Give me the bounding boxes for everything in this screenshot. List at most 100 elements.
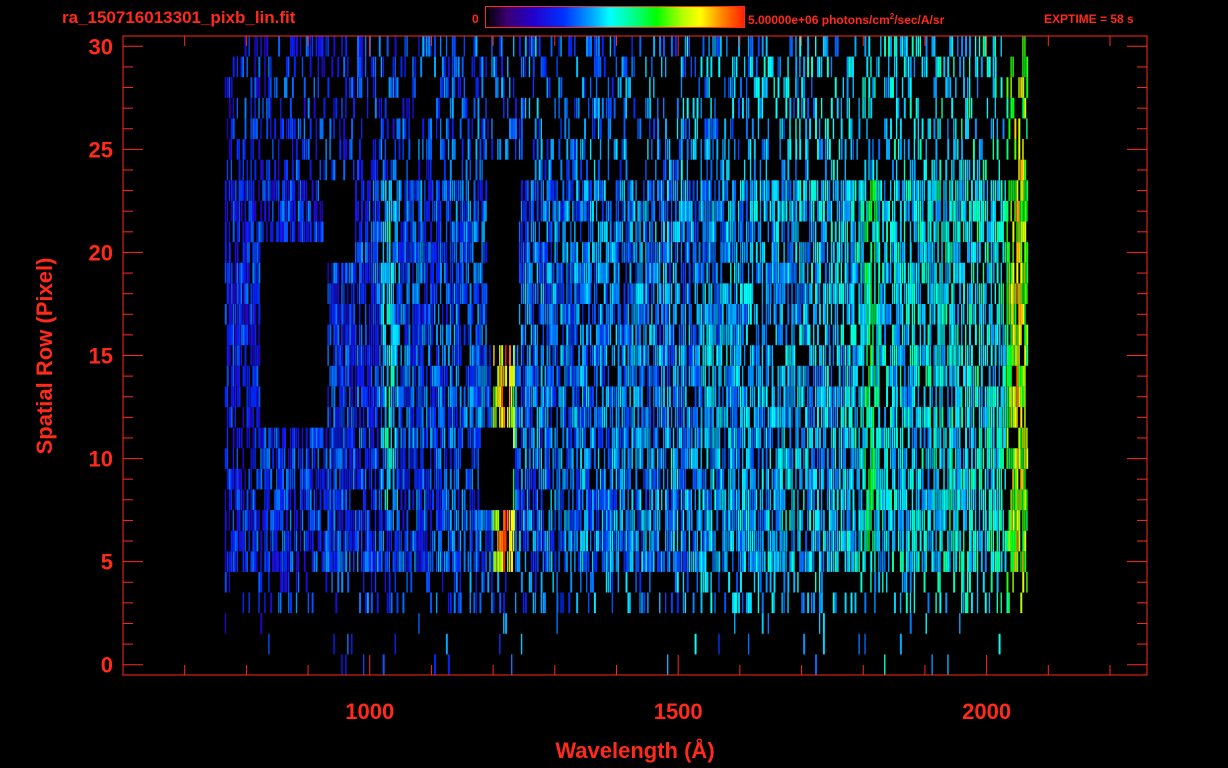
heatmap-cell	[657, 468, 659, 490]
heatmap-cell	[785, 510, 787, 531]
heatmap-cell	[341, 345, 344, 366]
heatmap-cell	[246, 283, 249, 304]
heatmap-cell	[586, 283, 588, 304]
heatmap-cell	[649, 510, 652, 531]
heatmap-cell	[578, 345, 581, 366]
heatmap-cell	[586, 448, 588, 469]
heatmap-cell	[392, 324, 395, 346]
heatmap-cell	[601, 262, 604, 284]
heatmap-cell	[714, 530, 716, 552]
heatmap-cell	[1000, 592, 1002, 614]
heatmap-cell	[923, 345, 925, 366]
heatmap-cell	[992, 530, 995, 552]
heatmap-cell	[801, 592, 804, 614]
heatmap-cell	[895, 365, 898, 387]
heatmap-cell	[951, 468, 953, 490]
heatmap-cell	[568, 262, 570, 284]
heatmap-cell	[619, 468, 622, 490]
heatmap-cell	[745, 489, 748, 511]
heatmap-cell	[333, 283, 335, 304]
heatmap-cell	[949, 365, 952, 387]
heatmap-cell	[664, 303, 667, 325]
heatmap-cell	[333, 324, 336, 346]
heatmap-cell	[382, 221, 385, 243]
heatmap-cell	[359, 324, 361, 346]
heatmap-cell	[364, 510, 367, 531]
heatmap-cell	[844, 468, 846, 490]
heatmap-cell	[970, 530, 973, 552]
heatmap-cell	[747, 365, 750, 387]
heatmap-cell	[651, 468, 653, 490]
heatmap-cell	[986, 242, 989, 263]
heatmap-cell	[858, 448, 861, 469]
heatmap-cell	[341, 510, 344, 531]
heatmap-cell	[951, 386, 953, 408]
heatmap-cell	[850, 448, 853, 469]
heatmap-cell	[489, 551, 491, 572]
heatmap-cell	[260, 427, 262, 449]
heatmap-cell	[562, 242, 565, 263]
heatmap-cell	[591, 345, 594, 366]
heatmap-cell	[524, 510, 527, 531]
heatmap-cell	[406, 345, 409, 366]
heatmap-cell	[384, 324, 387, 346]
heatmap-cell	[716, 407, 719, 428]
heatmap-cell	[809, 510, 812, 531]
heatmap-cell	[874, 571, 877, 593]
heatmap-cell	[230, 324, 233, 346]
heatmap-cell	[376, 303, 379, 325]
heatmap-cell	[544, 427, 547, 449]
heatmap-cell	[576, 427, 579, 449]
heatmap-cell	[394, 345, 397, 366]
heatmap-cell	[262, 427, 265, 449]
heatmap-cell	[459, 324, 462, 346]
heatmap-cell	[556, 407, 558, 428]
heatmap-cell	[380, 365, 383, 387]
heatmap-cell	[655, 510, 657, 531]
heatmap-cell	[706, 510, 709, 531]
heatmap-cell	[755, 489, 758, 511]
heatmap-cell	[789, 510, 791, 531]
heatmap-cell	[635, 427, 638, 449]
heatmap-cell	[1006, 571, 1009, 593]
heatmap-cell	[813, 592, 815, 614]
heatmap-cell	[741, 386, 744, 408]
heatmap-cell	[289, 448, 292, 469]
heatmap-cell	[791, 242, 794, 263]
heatmap-cell	[307, 221, 310, 243]
heatmap-cell	[554, 345, 556, 366]
heatmap-cell	[240, 345, 242, 366]
heatmap-cell	[968, 283, 971, 304]
heatmap-cell	[949, 407, 951, 428]
heatmap-cell	[280, 571, 283, 593]
heatmap-cell	[432, 283, 435, 304]
heatmap-cell	[325, 571, 328, 593]
heatmap-cell	[584, 551, 587, 572]
heatmap-cell	[828, 324, 831, 346]
heatmap-cell	[781, 407, 784, 428]
heatmap-cell	[384, 262, 387, 284]
heatmap-cell	[653, 386, 655, 408]
heatmap-cell	[542, 283, 544, 304]
heatmap-cell	[250, 345, 252, 366]
heatmap-cell	[878, 283, 880, 304]
heatmap-cell	[522, 345, 525, 366]
heatmap-cell	[818, 592, 821, 614]
heatmap-cell	[520, 262, 523, 284]
heatmap-cell	[1002, 407, 1004, 428]
heatmap-cell	[556, 365, 559, 387]
heatmap-cell	[832, 530, 835, 552]
heatmap-cell	[722, 386, 724, 408]
heatmap-cell	[536, 324, 539, 346]
heatmap-cell	[726, 324, 728, 346]
heatmap-cell	[584, 407, 586, 428]
heatmap-cell	[580, 365, 583, 387]
heatmap-cell	[893, 365, 896, 387]
heatmap-cell	[629, 468, 631, 490]
heatmap-cell	[842, 489, 845, 511]
heatmap-cell	[777, 510, 780, 531]
heatmap-cell	[441, 510, 444, 531]
heatmap-cell	[649, 468, 652, 490]
heatmap-cell	[955, 386, 958, 408]
heatmap-cell	[584, 345, 587, 366]
